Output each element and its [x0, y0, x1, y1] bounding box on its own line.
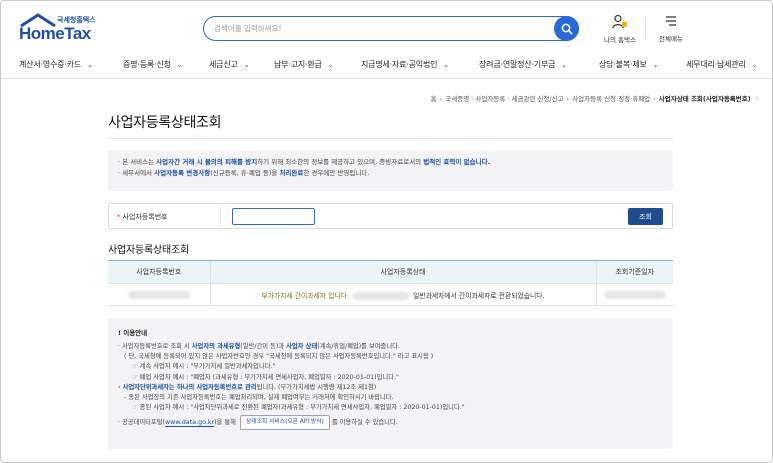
business-number-label: * 사업자등록번호 — [117, 213, 168, 221]
nav-item-tax-filing[interactable]: 세금신고 ⌄ — [209, 59, 250, 70]
chevron-down-icon: ⌄ — [86, 61, 93, 69]
hometax-logo[interactable]: 국세청홈택스 HomeTax — [19, 13, 99, 43]
header-divider — [645, 19, 646, 37]
breadcrumb-item[interactable]: 국세증명 · 사업자등록 · 세금관련 신청/신고 — [445, 95, 563, 103]
table-row: 부가가치세 간이과세자 입니다. 일반과세자에서 간이과세자로 전환되었습니다. — [108, 283, 673, 306]
all-menu-button[interactable]: 전체메뉴 — [651, 14, 691, 43]
table-header-row: 사업자등록번호 사업자등록상태 조회기준일자 — [108, 260, 673, 284]
lookup-form: * 사업자등록번호 조회 — [108, 203, 673, 229]
nav-label: 상담·불복·제보 — [599, 60, 647, 69]
chevron-down-icon: ⌄ — [243, 61, 250, 69]
notice-line: · 세무서에서 사업자등록 변경사항(신규등록, 휴·폐업 등)을 처리완료한 … — [118, 169, 370, 177]
chevron-right-icon: › — [653, 95, 656, 103]
search-input[interactable] — [214, 21, 544, 36]
all-menu-label: 전체메뉴 — [659, 35, 683, 43]
guide-line: ☞ 종된 사업자 예시 : "사업자단위과세로 전환된 폐업자(과세유형 : 부… — [132, 404, 465, 412]
reference-date-cell — [595, 283, 673, 306]
search-button[interactable] — [554, 16, 579, 41]
chevron-down-icon: ⌄ — [561, 61, 567, 69]
chevron-down-icon: ⌄ — [176, 61, 183, 69]
header: 국세청홈택스 HomeTax 나의 홈택스 — [1, 1, 772, 46]
form-label-cell: * 사업자등록번호 — [109, 204, 221, 228]
guide-line: · 공공데이터포털(www.data.go.kr)을 통해 상태조회 서비스(오… — [118, 415, 663, 430]
nav-label: 증명·등록·신청 — [123, 60, 171, 69]
user-lock-icon — [612, 14, 627, 29]
nav-label: 세무대리·납세관리 — [686, 60, 746, 69]
breadcrumb-home[interactable]: 홈 — [431, 95, 437, 103]
business-number-input[interactable] — [232, 208, 315, 225]
guide-line: - 종된 사업장의 기존 사업자등록번호는 폐업처리되며, 실제 폐업여부는 거… — [124, 394, 394, 402]
redacted-value — [127, 290, 190, 299]
chevron-down-icon: ⌄ — [327, 61, 334, 69]
search-bar — [203, 16, 579, 41]
redacted-value — [353, 291, 410, 300]
guide-line: ( 단, 국세청에 등록되어 있지 않은 사업자번호인 경우 "국세청에 등록되… — [124, 353, 434, 361]
guide-line: ☞ 계속 사업자 예시 : "부가가치세 일반과세자입니다." — [132, 363, 276, 371]
chevron-right-icon: › — [566, 95, 570, 103]
nav-item-payment[interactable]: 납부·고지·환급 ⌄ — [274, 59, 334, 70]
redacted-value — [603, 290, 666, 299]
result-section-title: 사업자등록상태조회 — [108, 245, 189, 256]
nav-label: 납부·고지·환급 — [274, 60, 322, 69]
nav-label: 세금신고 — [209, 60, 238, 69]
notice-line: · 본 서비스는 사업자간 거래 시 불의의 피해를 방지하기 위해 최소한의 … — [118, 158, 491, 166]
nav-item-certificates[interactable]: 증명·등록·신청 ⌄ — [123, 59, 183, 70]
nav-item-receipts[interactable]: 계산서·영수증·카드 ⌄ — [19, 59, 93, 70]
notice-box: · 본 서비스는 사업자간 거래 시 불의의 피해를 방지하기 위해 최소한의 … — [108, 150, 673, 191]
status-cell: 부가가치세 간이과세자 입니다. 일반과세자에서 간이과세자로 전환되었습니다. — [209, 283, 596, 306]
search-icon — [561, 23, 572, 34]
usage-guide: ! 이용안내 · 사업자등록번호로 조회 시 사업자의 과세유형(일반/간이 등… — [108, 318, 673, 449]
breadcrumb-item[interactable]: 사업자등록 신청·정정·휴폐업 — [572, 95, 650, 103]
nav-label: 지급명세·자료·공익법인 — [361, 60, 438, 69]
guide-line: · 사업자등록번호로 조회 시 사업자의 과세유형(일반/간이 등)과 사업자 … — [118, 343, 400, 350]
chevron-right-icon: › — [439, 95, 443, 103]
main-nav: 계산서·영수증·카드 ⌄ 증명·등록·신청 ⌄ 세금신고 ⌄ 납부·고지·환급 ⌄ 지급… — [1, 49, 772, 79]
divider — [108, 138, 673, 139]
column-header: 사업자등록번호 — [108, 260, 210, 284]
column-header: 사업자등록상태 — [209, 260, 596, 284]
result-table: 사업자등록번호 사업자등록상태 조회기준일자 부가가치세 간이과세자 입니다. 일… — [108, 260, 673, 306]
lookup-button[interactable]: 조회 — [628, 208, 663, 225]
page-frame: 국세청홈택스 HomeTax 나의 홈택스 — [0, 0, 773, 463]
business-number-cell — [108, 283, 210, 306]
breadcrumb-current: 사업자상태 조회(사업자등록번호) — [658, 95, 751, 103]
nav-label: 계산서·영수증·카드 — [19, 60, 81, 69]
logo-title: HomeTax — [19, 24, 91, 43]
nav-item-tax-agent[interactable]: 세무대리·납세관리 ⌄ — [686, 59, 757, 70]
breadcrumb: 홈 › 국세증명 · 사업자등록 · 세금관련 신청/신고 › 사업자등록 신청·정정·… — [431, 93, 760, 103]
page-title: 사업자등록상태조회 — [108, 115, 222, 131]
star-icon[interactable]: ☆ — [754, 95, 760, 103]
guide-line: ☞ 폐업 사업자 예시 : "폐업자 (과세유형 : 부가가치세 면세사업자, … — [132, 373, 399, 381]
chevron-down-icon: ⌄ — [652, 61, 659, 69]
data-portal-link[interactable]: www.data.go.kr — [165, 420, 214, 427]
nav-item-consultation[interactable]: 상담·불복·제보 ⌄ — [599, 59, 659, 70]
nav-label: 장려금·연말정산·기부금 — [479, 60, 556, 69]
hamburger-menu-icon — [666, 16, 676, 26]
chevron-down-icon: ⌄ — [443, 61, 449, 69]
chevron-down-icon: ⌄ — [751, 61, 758, 69]
nav-item-incentives[interactable]: 장려금·연말정산·기부금 ⌄ — [479, 59, 567, 70]
my-hometax-button[interactable]: 나의 홈택스 — [600, 14, 640, 44]
nav-item-payment-statements[interactable]: 지급명세·자료·공익법인 ⌄ — [361, 59, 449, 70]
guide-line: · 사업자단위과세자는 하나의 사업자등록번호로 관리됩니다. (부가가치세법 … — [118, 383, 377, 391]
column-header: 조회기준일자 — [595, 260, 673, 284]
open-api-button[interactable]: 상태조회 서비스(오픈 API 방식) — [239, 415, 330, 430]
usage-guide-title: ! 이용안내 — [118, 329, 148, 337]
my-hometax-label: 나의 홈택스 — [604, 36, 636, 44]
